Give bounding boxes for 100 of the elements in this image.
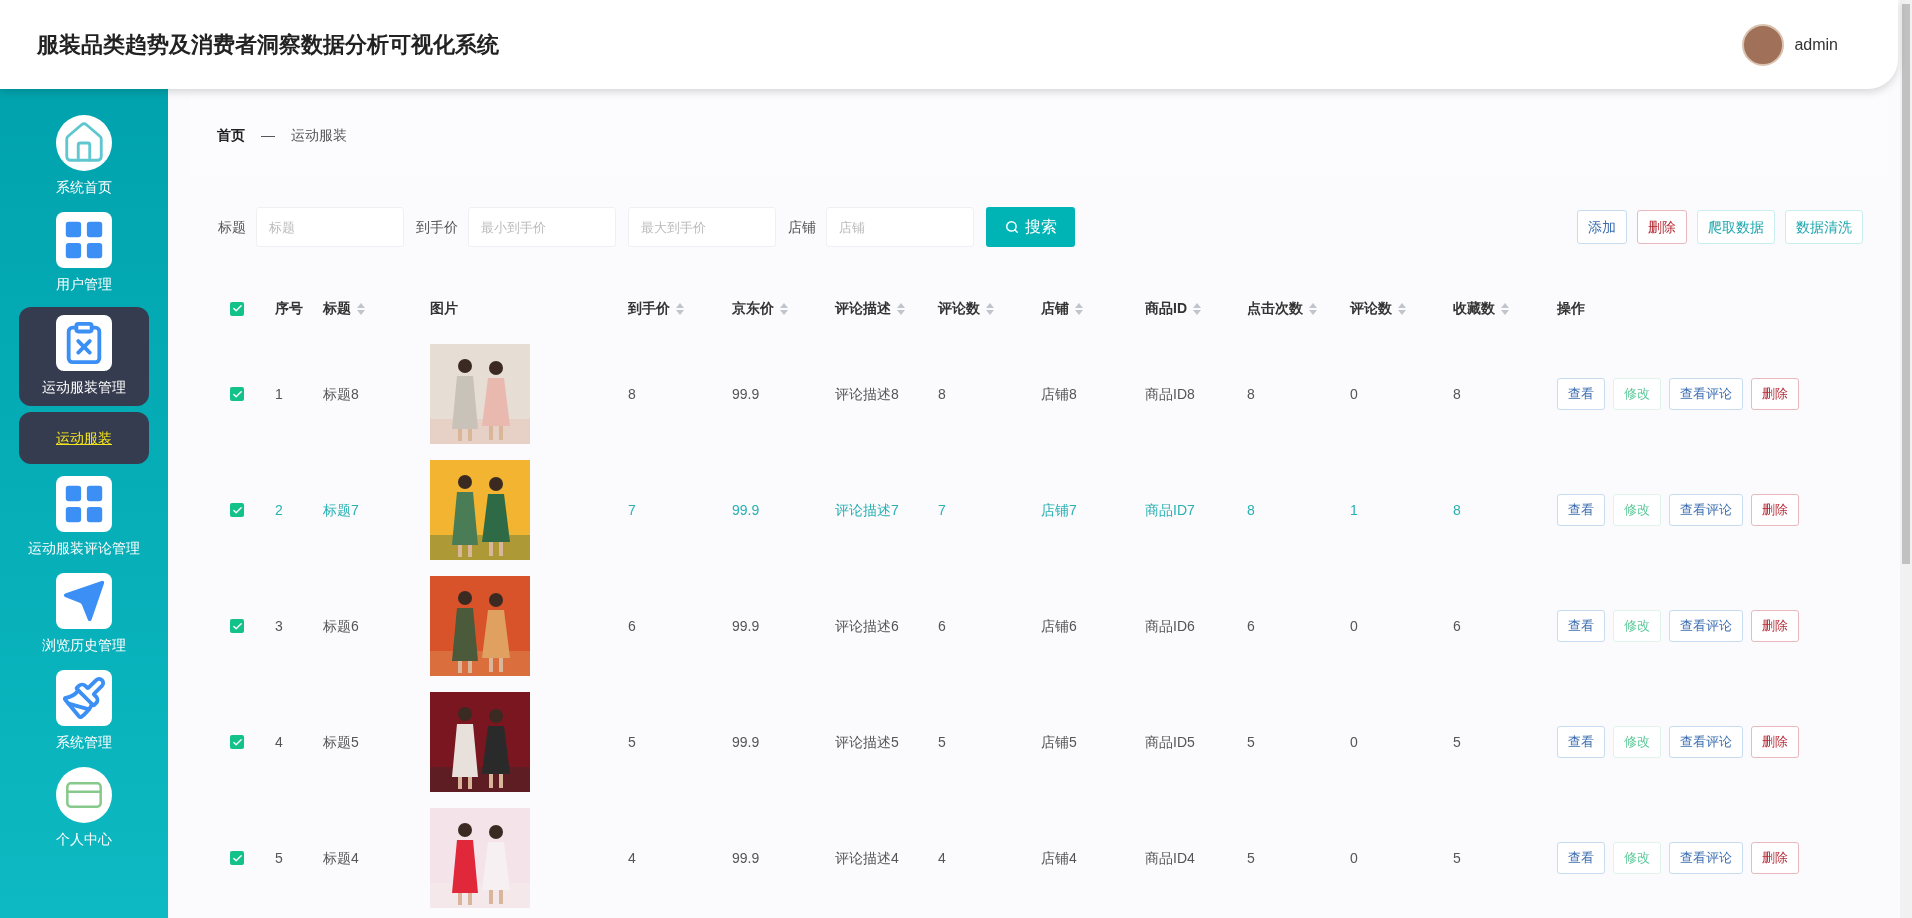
user-name[interactable]: admin: [1794, 32, 1838, 57]
row-action-button[interactable]: 查看: [1557, 378, 1605, 410]
sidebar-item[interactable]: 运动服装管理: [19, 307, 149, 406]
submenu-item[interactable]: 运动服装: [19, 412, 149, 464]
table-cell-text: 标题5: [322, 732, 360, 752]
search-field[interactable]: 标题: [256, 207, 404, 247]
table-cell-text: 8: [1452, 384, 1462, 404]
column-header[interactable]: 收藏数: [1453, 298, 1495, 319]
column-header[interactable]: 评论描述: [835, 298, 891, 319]
column-header[interactable]: 到手价: [628, 298, 670, 319]
table-cell-text: 店铺8: [1040, 384, 1078, 404]
table-cell-text: 5: [1452, 848, 1462, 868]
table-cell-text: 99.9: [731, 616, 761, 636]
search-field[interactable]: 最大到手价: [628, 207, 776, 247]
table-cell-text: 4: [627, 848, 637, 868]
scrollbar[interactable]: [1900, 0, 1912, 918]
column-header[interactable]: 京东价: [732, 298, 774, 319]
checkbox[interactable]: [230, 301, 244, 316]
table-cell-text: 标题7: [322, 500, 360, 520]
table-cell-text: 商品ID5: [1144, 732, 1196, 752]
row-action-button[interactable]: 查看: [1557, 494, 1605, 526]
column-header[interactable]: 商品ID: [1145, 298, 1187, 319]
table-cell-text: 5: [1452, 732, 1462, 752]
brush-icon: [56, 670, 112, 726]
table-cell-text: 店铺5: [1040, 732, 1078, 752]
column-header[interactable]: 店铺: [1041, 298, 1069, 319]
row-action-button[interactable]: 查看评论: [1669, 494, 1743, 526]
table-cell-text: 评论描述4: [834, 848, 900, 868]
breadcrumb-item[interactable]: 首页: [217, 124, 245, 146]
table-cell-text: 5: [937, 732, 947, 752]
grid-icon: [56, 476, 112, 532]
row-action-button[interactable]: 删除: [1751, 610, 1799, 642]
sort-icon[interactable]: [357, 302, 365, 315]
toolbar-button[interactable]: 删除: [1637, 210, 1687, 244]
table-row[interactable]: 5 标题4 4 99.9 评论描述4 4 店铺4 商品ID4 5 0 5 查看 修改 查看评论 删除: [215, 800, 1898, 916]
column-header: 图片: [430, 299, 458, 318]
table-cell-text: 99.9: [731, 732, 761, 752]
table-row[interactable]: 2 标题7 7 99.9 评论描述7 7 店铺7 商品ID7 8 1 8 查看 修改 查看评论 删除: [215, 452, 1898, 568]
sort-icon[interactable]: [1309, 302, 1317, 315]
sort-icon[interactable]: [1501, 302, 1509, 315]
column-header[interactable]: 点击次数: [1247, 298, 1303, 319]
table-cell-text: 99.9: [731, 848, 761, 868]
sort-icon[interactable]: [1193, 302, 1201, 315]
row-action-button[interactable]: 查看评论: [1669, 378, 1743, 410]
checkbox[interactable]: [230, 619, 244, 633]
row-action-button[interactable]: 删除: [1751, 378, 1799, 410]
table-cell-text: 0: [1349, 384, 1359, 404]
row-action-button[interactable]: 查看: [1557, 610, 1605, 642]
table-row[interactable]: 1 标题8 8 99.9 评论描述8 8 店铺8 商品ID8 8 0 8 查看 修改 查看评论 删除: [215, 336, 1898, 452]
checkbox[interactable]: [230, 851, 244, 865]
table-cell-text: 99.9: [731, 384, 761, 404]
checkbox[interactable]: [230, 387, 244, 401]
avatar[interactable]: [1742, 23, 1785, 66]
card-icon: [56, 767, 112, 823]
column-header[interactable]: 评论数: [1350, 298, 1392, 319]
toolbar-button[interactable]: 添加: [1577, 210, 1627, 244]
table-cell-text: 8: [1246, 500, 1256, 520]
column-header[interactable]: 评论数: [938, 298, 980, 319]
search-field[interactable]: 店铺: [826, 207, 974, 247]
breadcrumb-separator: —: [261, 125, 275, 145]
house-icon: [56, 115, 112, 171]
sort-icon[interactable]: [1075, 302, 1083, 315]
row-action-button[interactable]: 删除: [1751, 494, 1799, 526]
row-action-button[interactable]: 删除: [1751, 842, 1799, 874]
row-action-button[interactable]: 查看评论: [1669, 726, 1743, 758]
table-cell-text: 4: [274, 732, 284, 752]
row-action-button[interactable]: 查看评论: [1669, 842, 1743, 874]
table-cell-text: 5: [627, 732, 637, 752]
sort-icon[interactable]: [1398, 302, 1406, 315]
sort-icon[interactable]: [780, 302, 788, 315]
table-cell-text: 99.9: [731, 500, 761, 520]
row-action-button[interactable]: 查看: [1557, 842, 1605, 874]
table-cell-text: 2: [274, 500, 284, 520]
field-label: 店铺: [788, 217, 816, 237]
sort-icon[interactable]: [676, 302, 684, 315]
search-icon: [1004, 220, 1019, 234]
table-cell-text: 商品ID6: [1144, 616, 1196, 636]
row-action-button[interactable]: 删除: [1751, 726, 1799, 758]
sort-icon[interactable]: [986, 302, 994, 315]
row-action-button[interactable]: 查看评论: [1669, 610, 1743, 642]
checkbox[interactable]: [230, 735, 244, 749]
table-cell-text: 店铺6: [1040, 616, 1078, 636]
table-row[interactable]: 4 标题5 5 99.9 评论描述5 5 店铺5 商品ID5 5 0 5 查看 修改 查看评论 删除: [215, 684, 1898, 800]
table-cell-text: 4: [937, 848, 947, 868]
table-cell-text: 5: [274, 848, 284, 868]
table-cell-text: 6: [937, 616, 947, 636]
clipboard-icon: [56, 315, 112, 371]
column-header[interactable]: 标题: [323, 298, 351, 319]
row-action-button[interactable]: 查看: [1557, 726, 1605, 758]
table-cell-text: 0: [1349, 848, 1359, 868]
table-row[interactable]: 3 标题6 6 99.9 评论描述6 6 店铺6 商品ID6 6 0 6 查看 修改 查看评论 删除: [215, 568, 1898, 684]
table-cell-text: 6: [627, 616, 637, 636]
field-label: 到手价: [416, 217, 458, 237]
sort-icon[interactable]: [897, 302, 905, 315]
table-cell-text: 商品ID4: [1144, 848, 1196, 868]
search-field[interactable]: 最小到手价: [468, 207, 616, 247]
table-cell-text: 评论描述5: [834, 732, 900, 752]
checkbox[interactable]: [230, 503, 244, 517]
grid-icon: [56, 212, 112, 268]
table-cell-text: 6: [1452, 616, 1462, 636]
